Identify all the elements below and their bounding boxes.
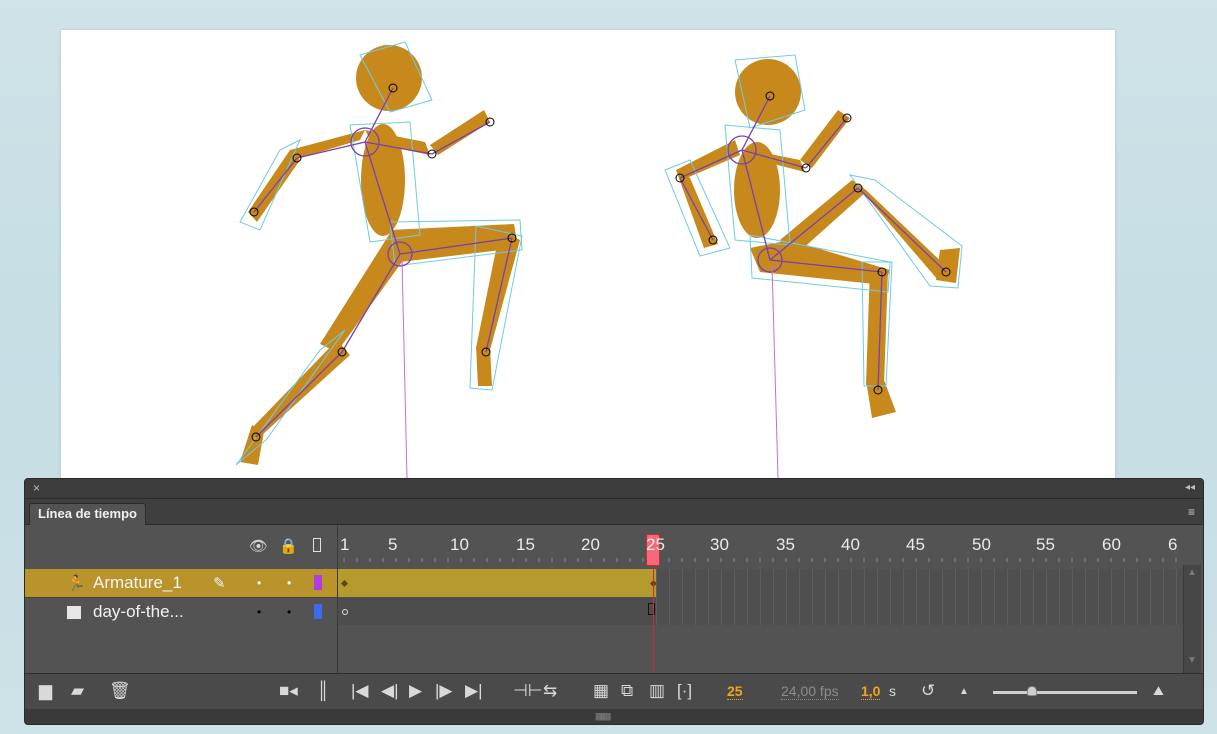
tab-timeline[interactable]: Línea de tiempo bbox=[29, 503, 146, 525]
panel-title-bar: × ◂◂ bbox=[25, 479, 1203, 499]
last-frame-icon[interactable]: ▶| bbox=[465, 681, 483, 701]
empty-frames[interactable] bbox=[656, 569, 1184, 597]
loop-icon[interactable]: ⇆ bbox=[543, 681, 557, 701]
separator-icon: ║ bbox=[317, 681, 330, 700]
grip-handle[interactable]: |||||||||||||| bbox=[595, 712, 611, 721]
new-layer-icon[interactable]: ▆ bbox=[39, 681, 52, 701]
armature-icon: 🏃 bbox=[67, 575, 86, 592]
layer-header: 👁 🔒 bbox=[25, 525, 337, 565]
scroll-down-icon[interactable]: ▼ bbox=[1187, 655, 1197, 666]
outline-icon[interactable] bbox=[313, 538, 321, 552]
visibility-dot[interactable]: • bbox=[257, 605, 261, 619]
layer-name[interactable]: day-of-the... bbox=[93, 602, 184, 622]
panel-menu-icon[interactable]: ≡ bbox=[1188, 505, 1195, 519]
elapsed-unit: s bbox=[889, 683, 896, 699]
onion-markers-icon[interactable]: [·] bbox=[677, 681, 692, 701]
elapsed-time[interactable]: 1,0 bbox=[861, 683, 881, 700]
frame-row-background[interactable] bbox=[338, 597, 1184, 625]
new-folder-icon[interactable]: ▰ bbox=[71, 681, 84, 701]
zoom-slider-thumb[interactable] bbox=[1027, 686, 1037, 696]
stage-canvas[interactable] bbox=[61, 30, 1115, 478]
ruler-label: 25 bbox=[646, 535, 665, 554]
pencil-icon[interactable]: ✎ bbox=[213, 574, 226, 592]
pose-span[interactable] bbox=[338, 569, 656, 597]
edit-multiple-icon[interactable]: ▥ bbox=[649, 681, 665, 701]
first-frame-icon[interactable]: |◀ bbox=[351, 681, 369, 701]
timeline-controls: ▆ ▰ 🗑 ■◂ ║ |◀ ◀| ▶ |▶ ▶| ⊣⊢ ⇆ ▦ ⧉ ▥ [·] … bbox=[25, 673, 1203, 709]
scroll-up-icon[interactable]: ▲ bbox=[1187, 567, 1197, 578]
camera-icon[interactable]: ■◂ bbox=[279, 681, 298, 701]
vertical-scrollbar[interactable]: ▲ ▼ bbox=[1183, 565, 1201, 673]
timeline-panel: × ◂◂ Línea de tiempo ≡ 👁 🔒 1 5 10 15 20 … bbox=[24, 478, 1204, 725]
onion-outline-icon[interactable]: ⧉ bbox=[621, 681, 633, 701]
layer-icon bbox=[67, 606, 81, 619]
frame-span[interactable] bbox=[338, 597, 656, 625]
step-back-icon[interactable]: ◀| bbox=[381, 681, 399, 701]
stage-artwork bbox=[235, 41, 963, 478]
step-forward-icon[interactable]: |▶ bbox=[435, 681, 453, 701]
layer-color-swatch[interactable] bbox=[314, 604, 322, 619]
frame-ruler[interactable]: 1 5 10 15 20 25 30 35 40 45 50 55 60 6 bbox=[337, 525, 1183, 565]
blank-keyframe[interactable] bbox=[342, 609, 348, 615]
lock-icon[interactable]: 🔒 bbox=[279, 537, 298, 555]
delete-icon[interactable]: 🗑 bbox=[109, 681, 131, 701]
lock-dot[interactable]: • bbox=[287, 605, 291, 619]
current-frame[interactable]: 25 bbox=[727, 683, 743, 700]
frames-area[interactable] bbox=[337, 565, 1184, 673]
panel-resize-bar[interactable]: |||||||||||||| bbox=[25, 709, 1203, 724]
onion-skin-icon[interactable]: ▦ bbox=[593, 681, 609, 701]
ruler-ticks bbox=[343, 558, 1177, 562]
eye-icon[interactable]: 👁 bbox=[249, 537, 268, 555]
layer-row-background[interactable]: day-of-the... • • bbox=[25, 597, 337, 625]
collapse-panel-icon[interactable]: ◂◂ bbox=[1185, 482, 1195, 493]
empty-frames[interactable] bbox=[656, 597, 1184, 625]
panel-tab-bar: Línea de tiempo ≡ bbox=[25, 499, 1203, 525]
layer-row-armature[interactable]: 🏃 Armature_1 ✎ • • bbox=[25, 569, 337, 597]
layer-color-swatch[interactable] bbox=[314, 575, 322, 590]
lock-dot[interactable]: • bbox=[287, 576, 291, 590]
undo-icon[interactable]: ↺ bbox=[921, 681, 935, 701]
zoom-slider[interactable] bbox=[993, 686, 1137, 696]
playhead-line bbox=[653, 565, 654, 673]
visibility-dot[interactable]: • bbox=[257, 576, 261, 590]
close-icon[interactable]: × bbox=[33, 481, 40, 495]
figure-right[interactable] bbox=[664, 54, 963, 478]
figure-left[interactable] bbox=[235, 41, 523, 478]
zoom-in-icon[interactable]: ⛰ bbox=[1153, 683, 1164, 699]
fps-value[interactable]: 24,00 fps bbox=[781, 683, 839, 700]
play-icon[interactable]: ▶ bbox=[409, 681, 422, 701]
frame-row-armature[interactable] bbox=[338, 569, 1184, 597]
center-frame-icon[interactable]: ⊣⊢ bbox=[513, 681, 543, 701]
zoom-out-icon[interactable]: ▲ bbox=[959, 686, 969, 697]
layer-name[interactable]: Armature_1 bbox=[93, 573, 182, 593]
